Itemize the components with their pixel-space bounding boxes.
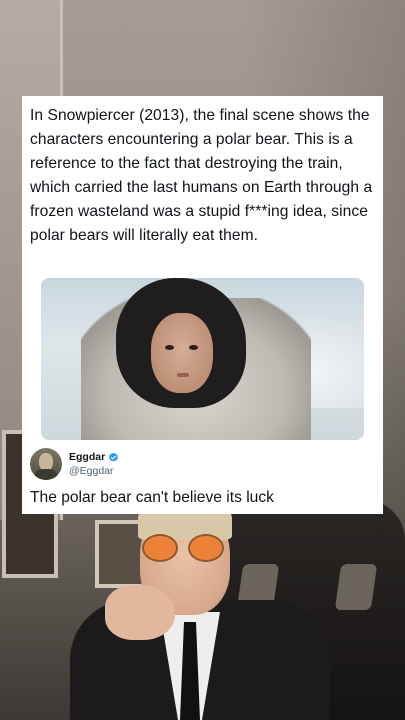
verified-badge-icon	[109, 452, 119, 462]
chair-cutout	[334, 564, 378, 610]
reply-text: The polar bear can't believe its luck	[30, 489, 274, 506]
orange-glasses-lens	[188, 534, 224, 562]
author-names: Eggdar @Eggdar	[69, 451, 119, 478]
orange-glasses-lens	[142, 534, 178, 562]
display-name[interactable]: Eggdar	[69, 451, 105, 464]
author-handle[interactable]: @Eggdar	[69, 465, 119, 478]
tweet-card[interactable]: In Snowpiercer (2013), the final scene s…	[22, 96, 383, 514]
avatar-body	[35, 469, 57, 480]
reply-author[interactable]: Eggdar @Eggdar	[30, 448, 119, 480]
person-hand	[105, 585, 175, 640]
image-eye	[189, 345, 198, 350]
image-mouth	[177, 373, 189, 377]
tweet-text: In Snowpiercer (2013), the final scene s…	[30, 107, 373, 244]
avatar[interactable]	[30, 448, 62, 480]
author-name-row: Eggdar	[69, 451, 119, 464]
image-face	[151, 313, 213, 393]
tweet-image[interactable]	[41, 278, 364, 440]
image-eye	[165, 345, 174, 350]
